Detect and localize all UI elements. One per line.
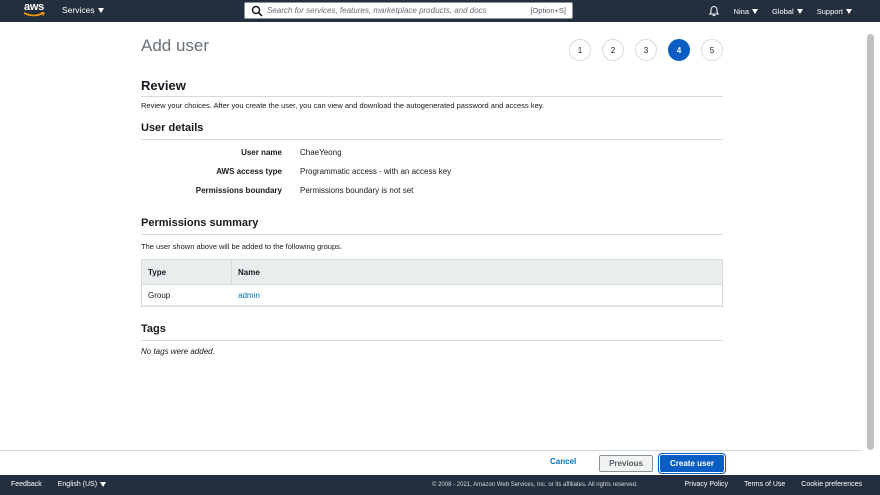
detail-label: Permissions boundary (195, 186, 282, 195)
footer-right: Privacy Policy Terms of Use Cookie prefe… (684, 481, 862, 488)
top-navigation-bar: aws Services [Option+S] Nina Global (0, 0, 880, 22)
cancel-button[interactable]: Cancel (550, 457, 576, 466)
detail-label: User name (241, 148, 282, 157)
nav-right-group: Nina Global Support (708, 5, 852, 17)
table-cell-name: admin (232, 291, 260, 300)
detail-value: Programmatic access - with an access key (300, 167, 452, 176)
divider (141, 139, 723, 140)
detail-label: AWS access type (216, 167, 282, 176)
detail-value: Permissions boundary is not set (300, 186, 414, 195)
step-4-current[interactable]: 4 (668, 39, 690, 61)
caret-down-icon (752, 8, 759, 14)
create-user-button[interactable]: Create user (660, 455, 724, 472)
group-admin-link[interactable]: admin (238, 291, 260, 300)
caret-down-icon (846, 8, 852, 14)
region-menu[interactable]: Global (772, 7, 803, 16)
step-1[interactable]: 1 (569, 39, 591, 61)
bell-icon[interactable] (708, 5, 720, 17)
tags-heading: Tags (141, 323, 166, 335)
cookie-preferences-link[interactable]: Cookie preferences (801, 481, 862, 488)
search-input[interactable] (267, 4, 531, 17)
step-3[interactable]: 3 (635, 39, 657, 61)
column-header-type: Type (142, 260, 232, 284)
search-icon (251, 5, 263, 17)
search-shortcut-hint: [Option+S] (530, 6, 566, 15)
review-heading: Review (141, 78, 186, 93)
copyright-text: © 2008 - 2021, Amazon Web Services, Inc.… (432, 482, 638, 488)
vertical-scrollbar[interactable] (862, 22, 880, 475)
aws-logo-text: aws (24, 1, 44, 13)
search-box[interactable]: [Option+S] (244, 2, 573, 19)
divider (141, 340, 723, 341)
table-cell-type: Group (148, 290, 171, 300)
feedback-link[interactable]: Feedback (11, 481, 42, 488)
table-row: Group admin (142, 285, 722, 306)
region-label: Global (772, 6, 794, 16)
language-selector[interactable]: English (US) (57, 481, 107, 488)
page-title: Add user (141, 36, 210, 55)
services-menu[interactable]: Services (62, 5, 104, 15)
language-label: English (US) (57, 481, 98, 488)
divider (141, 96, 723, 97)
table-header: Type Name (142, 260, 722, 285)
step-5[interactable]: 5 (701, 39, 723, 61)
wizard-steps: 1 2 3 4 5 (569, 39, 723, 61)
main-content: Add user 1 2 3 4 5 Review Review your ch… (0, 22, 862, 450)
footer-left: Feedback English (US) (11, 481, 107, 488)
detail-value: ChaeYeong (300, 148, 342, 157)
previous-button[interactable]: Previous (599, 455, 653, 472)
step-2[interactable]: 2 (602, 39, 624, 61)
user-menu[interactable]: Nina (733, 6, 759, 16)
caret-down-icon (796, 8, 803, 14)
review-description: Review your choices. After you create th… (141, 101, 545, 110)
column-header-name: Name (238, 267, 260, 277)
console-footer: Feedback English (US) © 2008 - 2021, Ama… (0, 475, 880, 495)
permissions-description: The user shown above will be added to th… (141, 242, 342, 251)
caret-down-icon (100, 482, 107, 487)
services-label: Services (62, 5, 95, 15)
user-name-label: Nina (733, 6, 750, 16)
support-label: Support (816, 6, 843, 16)
privacy-policy-link[interactable]: Privacy Policy (684, 481, 728, 488)
no-tags-text: No tags were added. (141, 347, 215, 356)
divider (141, 234, 723, 235)
scrollbar-thumb[interactable] (867, 34, 874, 450)
permissions-summary-heading: Permissions summary (141, 217, 259, 229)
permissions-table: Type Name Group admin (141, 259, 723, 307)
terms-of-use-link[interactable]: Terms of Use (744, 481, 785, 488)
wizard-action-bar: Cancel Previous Create user (0, 450, 862, 475)
caret-down-icon (97, 7, 104, 13)
aws-logo[interactable]: aws (21, 1, 47, 19)
support-menu[interactable]: Support (817, 7, 852, 16)
user-details-heading: User details (141, 122, 204, 134)
